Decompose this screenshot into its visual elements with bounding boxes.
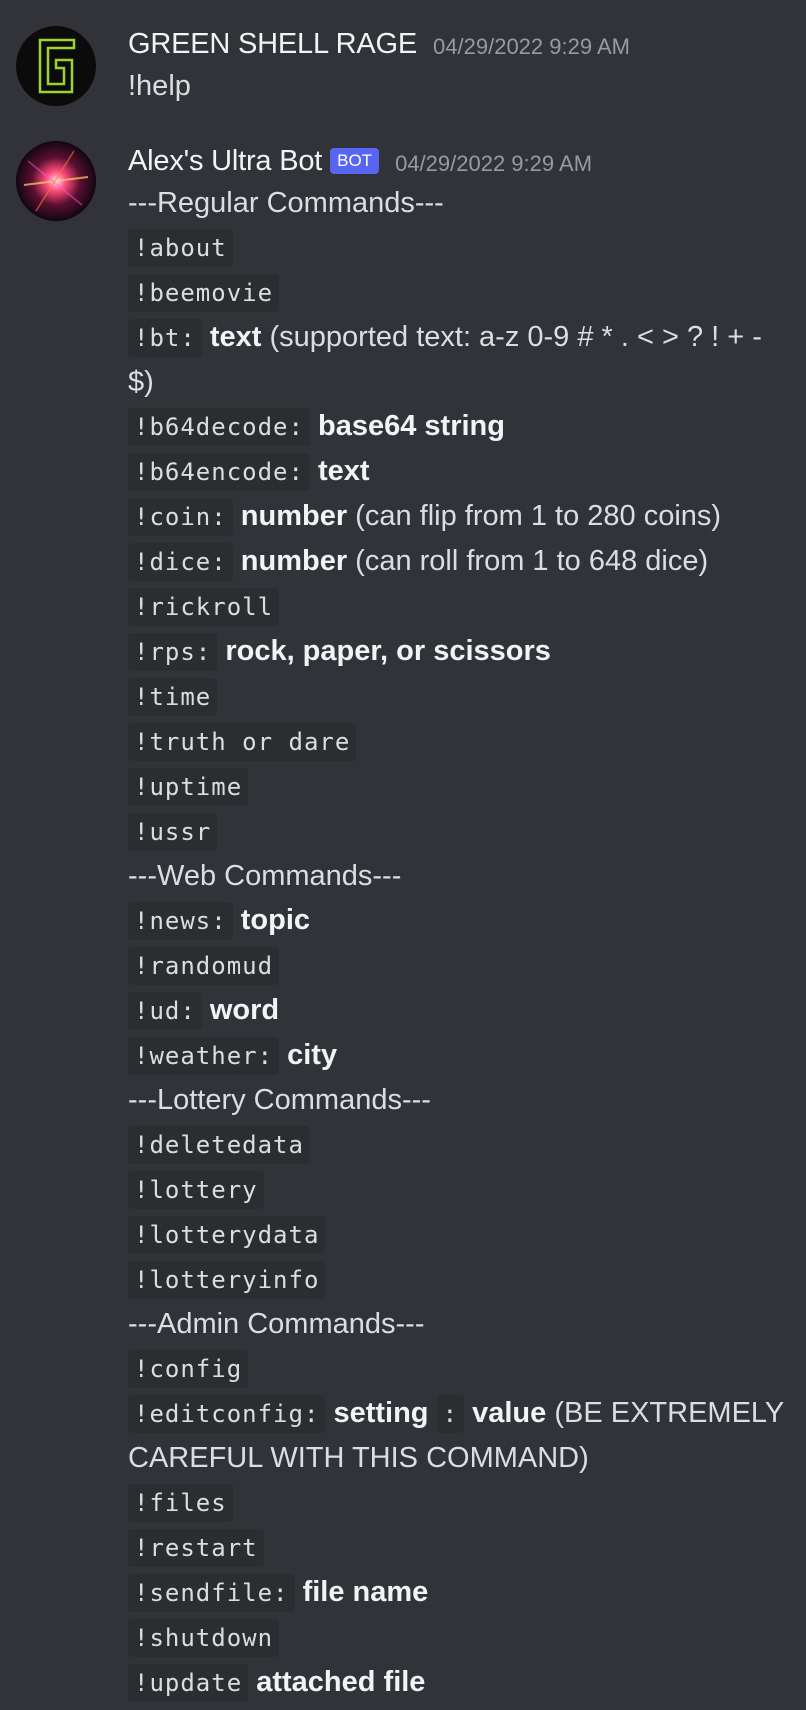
command-code: !weather: [128, 1037, 280, 1075]
command-arg: number [240, 500, 348, 532]
command-item: !deletedata [128, 1122, 806, 1167]
command-arg: base64 string [318, 410, 505, 442]
command-arg: city [287, 1039, 338, 1071]
command-item: !coin: number (can flip from 1 to 280 co… [128, 494, 806, 539]
command-code: !files [128, 1484, 233, 1522]
command-arg: topic [240, 904, 311, 936]
command-item: !weather: city [128, 1033, 806, 1078]
command-code: !config [128, 1350, 249, 1388]
section-header-lottery: ---Lottery Commands--- [128, 1084, 431, 1116]
command-item: !dice: number (can roll from 1 to 648 di… [128, 539, 806, 584]
bot-avatar[interactable] [16, 141, 96, 221]
command-code: !uptime [128, 768, 249, 806]
author-name[interactable]: GREEN SHELL RAGE [128, 28, 417, 61]
command-item: !bt: text (supported text: a-z 0-9 # * .… [128, 315, 806, 404]
command-code: !bt: [128, 319, 202, 357]
command-code: !rickroll [128, 588, 280, 626]
command-item: !sendfile: file name [128, 1570, 806, 1615]
command-code: !shutdown [128, 1619, 280, 1657]
command-code: !dice: [128, 543, 233, 581]
command-code: !ussr [128, 813, 218, 851]
command-code: !editconfig: [128, 1395, 326, 1433]
command-note: (can flip from 1 to 280 coins) [355, 500, 722, 532]
command-item: !truth or dare [128, 719, 806, 764]
command-code: !randomud [128, 947, 280, 985]
command-item: !time [128, 674, 806, 719]
command-item: !restart [128, 1525, 806, 1570]
command-arg: rock, paper, or scissors [225, 635, 551, 667]
message-bot-reply: Alex's Ultra Bot BOT 04/29/2022 9:29 AM … [0, 141, 806, 1705]
command-arg: value [472, 1397, 547, 1429]
command-arg: setting [333, 1397, 429, 1429]
command-code: !restart [128, 1529, 264, 1567]
command-code: !coin: [128, 498, 233, 536]
command-separator: : [436, 1395, 465, 1433]
command-arg: word [209, 994, 280, 1026]
command-item: !b64decode: base64 string [128, 404, 806, 449]
command-code: !lotterydata [128, 1216, 326, 1254]
command-item: !lottery [128, 1167, 806, 1212]
command-code: !lottery [128, 1171, 264, 1209]
command-item: !lotterydata [128, 1212, 806, 1257]
message-user-help: GREEN SHELL RAGE 04/29/2022 9:29 AM !hel… [0, 0, 806, 108]
command-code: !news: [128, 902, 233, 940]
command-arg: attached file [256, 1666, 426, 1698]
command-code: !beemovie [128, 274, 280, 312]
command-code: !sendfile: [128, 1574, 295, 1612]
command-item: !editconfig: setting : value (BE EXTREME… [128, 1391, 806, 1480]
command-code: !b64encode: [128, 453, 310, 491]
command-item: !about [128, 225, 806, 270]
command-code: !truth or dare [128, 723, 357, 761]
message-timestamp: 04/29/2022 9:29 AM [433, 34, 630, 59]
command-item: !b64encode: text [128, 449, 806, 494]
bot-badge: BOT [330, 148, 380, 174]
command-item: !randomud [128, 943, 806, 988]
command-code: !about [128, 229, 233, 267]
command-item: !ussr [128, 809, 806, 854]
command-arg: number [240, 545, 348, 577]
command-item: !lotteryinfo [128, 1257, 806, 1302]
command-item: !rps: rock, paper, or scissors [128, 629, 806, 674]
message-timestamp: 04/29/2022 9:29 AM [395, 151, 593, 176]
command-item: !config [128, 1346, 806, 1391]
command-code: !time [128, 678, 218, 716]
command-item: !uptime [128, 764, 806, 809]
message-content: !help [128, 70, 191, 102]
section-header-web: ---Web Commands--- [128, 860, 402, 892]
command-code: !rps: [128, 633, 218, 671]
command-item: !news: topic [128, 898, 806, 943]
command-arg: text [209, 321, 262, 353]
section-header-admin: ---Admin Commands--- [128, 1308, 425, 1340]
user-avatar[interactable] [16, 26, 96, 106]
command-code: !b64decode: [128, 408, 310, 446]
command-item: !rickroll [128, 584, 806, 629]
author-name[interactable]: Alex's Ultra Bot [128, 145, 322, 178]
command-code: !lotteryinfo [128, 1261, 326, 1299]
command-code: !update [128, 1664, 249, 1702]
command-item: !update attached file [128, 1660, 806, 1705]
command-item: !beemovie [128, 270, 806, 315]
command-code: !deletedata [128, 1126, 310, 1164]
command-arg: file name [302, 1576, 429, 1608]
command-item: !ud: word [128, 988, 806, 1033]
command-arg: text [318, 455, 370, 487]
command-item: !shutdown [128, 1615, 806, 1660]
command-note: (can roll from 1 to 648 dice) [355, 545, 709, 577]
section-header-regular: ---Regular Commands--- [128, 187, 444, 219]
command-item: !files [128, 1480, 806, 1525]
command-code: !ud: [128, 992, 202, 1030]
